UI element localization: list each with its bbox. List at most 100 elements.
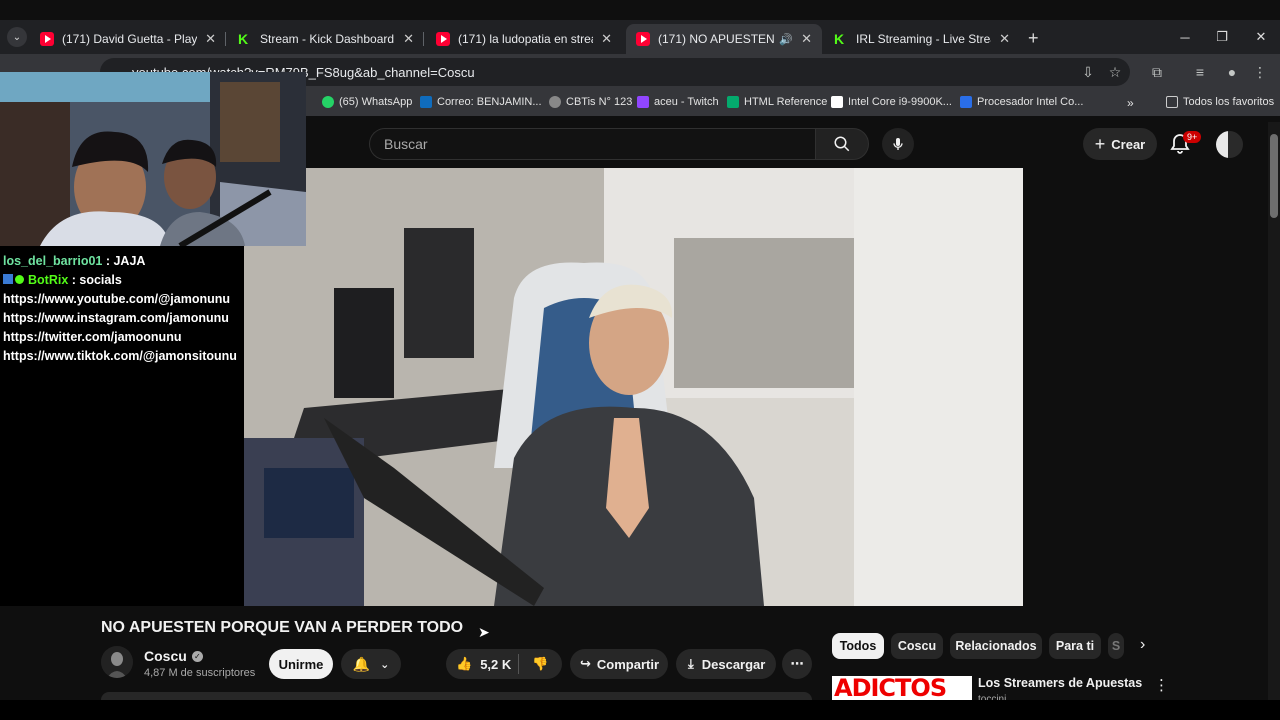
verified-badge-icon <box>15 275 24 284</box>
bookmark-procesador-intel[interactable]: Procesador Intel Co... <box>960 96 1083 108</box>
account-avatar[interactable] <box>1216 131 1243 158</box>
chat-link: https://www.instagram.com/jamonunu <box>3 311 229 325</box>
verified-icon: ✓ <box>191 650 203 662</box>
scrollbar-thumb[interactable] <box>1270 134 1278 218</box>
create-label: Crear <box>1111 136 1146 152</box>
profile-icon[interactable]: ● <box>1222 62 1242 82</box>
menu-icon[interactable]: ⋮ <box>1250 62 1270 82</box>
bookmark-label: HTML Reference <box>744 96 828 108</box>
more-vertical-icon[interactable]: ⋮ <box>1154 676 1169 694</box>
minimize-icon[interactable]: ─ <box>1166 20 1204 54</box>
close-tab-icon[interactable]: ✕ <box>601 31 612 47</box>
join-button[interactable]: Unirme <box>269 649 333 679</box>
webcam-feed <box>0 72 306 246</box>
bookmark-html-reference[interactable]: HTML Reference <box>727 96 827 108</box>
thumbnail-text: ADICTOS <box>834 676 947 700</box>
chip-label: Coscu <box>897 639 937 653</box>
create-button[interactable]: + Crear <box>1083 128 1157 160</box>
channel-avatar-image <box>101 646 133 678</box>
like-button[interactable]: 👍 5,2 K <box>446 656 518 672</box>
channel-avatar[interactable] <box>101 646 133 678</box>
tab-label: (171) David Guetta - Play Hard <box>62 32 198 46</box>
chat-link: https://twitter.com/jamoonunu <box>3 330 182 344</box>
bookmark-twitch[interactable]: aceu - Twitch <box>637 96 719 108</box>
chip-coscu[interactable]: Coscu <box>891 633 943 659</box>
chat-username: BotRix <box>28 273 69 287</box>
download-button[interactable]: ⤓ Descargar <box>676 649 776 679</box>
dislike-button[interactable]: 👎 <box>519 656 562 672</box>
restore-icon[interactable]: ❐ <box>1203 20 1241 54</box>
chat-link: https://www.youtube.com/@jamonunu <box>3 292 230 306</box>
chat-username: los_del_barrio01 <box>3 254 103 268</box>
chip-label: Para ti <box>1055 639 1095 653</box>
globe-icon <box>549 96 561 108</box>
recommended-title[interactable]: Los Streamers de Apuestas <box>978 676 1142 690</box>
close-tab-icon[interactable]: ✕ <box>403 31 414 47</box>
mouse-cursor-icon: ➤ <box>478 624 490 640</box>
bookmark-star-icon[interactable]: ☆ <box>1105 62 1125 82</box>
tab-search-icon[interactable]: ⌄ <box>7 27 27 47</box>
search-input[interactable]: Buscar <box>369 128 816 160</box>
close-tab-icon[interactable]: ✕ <box>999 31 1010 47</box>
tab-ludopatia[interactable]: (171) la ludopatia en streamers ✕ <box>426 24 622 54</box>
tab-no-apuesten[interactable]: (171) NO APUESTEN PORQUE 🔊 ✕ <box>626 24 822 54</box>
new-tab-icon[interactable]: + <box>1028 28 1039 49</box>
bookmark-whatsapp[interactable]: (65) WhatsApp <box>322 96 412 108</box>
tab-kick-dashboard[interactable]: K Stream - Kick Dashboard ✕ <box>228 24 424 54</box>
webcam-overlay <box>0 72 306 246</box>
bookmark-intel-i9[interactable]: Intel Core i9-9900K... <box>831 96 952 108</box>
search-icon <box>834 136 850 152</box>
audio-playing-icon[interactable]: 🔊 <box>779 33 793 46</box>
recommended-thumbnail[interactable]: ADICTOS <box>832 676 972 700</box>
channel-name-text: Coscu <box>144 648 187 664</box>
download-icon: ⤓ <box>688 656 694 671</box>
close-window-icon[interactable]: ✕ <box>1242 20 1280 54</box>
whatsapp-icon <box>322 96 334 108</box>
more-bookmarks-icon[interactable]: » <box>1127 96 1134 110</box>
media-control-icon[interactable]: ≡ <box>1190 62 1210 82</box>
bell-icon: 🔔 <box>352 655 371 672</box>
tab-label: (171) la ludopatia en streamers <box>458 32 593 46</box>
more-horizontal-icon: ⋯ <box>790 656 804 671</box>
search-button[interactable] <box>815 128 869 160</box>
like-dislike-group: 👍 5,2 K 👎 <box>446 649 562 679</box>
install-app-icon[interactable]: ⇩ <box>1078 62 1098 82</box>
microphone-icon <box>893 138 903 150</box>
video-frame <box>244 168 1023 606</box>
bookmark-label: aceu - Twitch <box>654 96 719 108</box>
thumbs-up-icon: 👍 <box>456 656 473 671</box>
voice-search-button[interactable] <box>882 128 914 160</box>
bookmark-correo[interactable]: Correo: BENJAMIN... <box>420 96 542 108</box>
close-tab-icon[interactable]: ✕ <box>801 31 812 47</box>
more-actions-button[interactable]: ⋯ <box>782 649 812 679</box>
like-count: 5,2 K <box>480 656 512 672</box>
tab-separator <box>225 32 226 46</box>
channel-name[interactable]: Coscu ✓ <box>144 648 203 664</box>
chip-partial[interactable]: S <box>1108 633 1124 659</box>
folder-icon <box>1166 96 1178 108</box>
plus-icon: + <box>1094 133 1106 154</box>
bookmark-all-favorites[interactable]: Todos los favoritos <box>1166 96 1274 108</box>
tab-irl-streaming[interactable]: K IRL Streaming - Live Streams on ✕ <box>824 24 1020 54</box>
bookmark-label: Procesador Intel Co... <box>977 96 1084 108</box>
chat-text: : JAJA <box>102 254 146 268</box>
kick-icon: K <box>834 31 845 47</box>
share-button[interactable]: ↪ Compartir <box>570 649 668 679</box>
chevron-right-icon[interactable]: › <box>1140 636 1145 654</box>
subscriber-count: 4,87 M de suscriptores <box>144 667 256 679</box>
video-player[interactable] <box>244 168 1023 606</box>
chip-relacionados[interactable]: Relacionados <box>950 633 1042 659</box>
thumbs-down-icon: 👎 <box>532 656 549 671</box>
tab-david-guetta[interactable]: (171) David Guetta - Play Hard ✕ <box>30 24 226 54</box>
chat-link: https://www.tiktok.com/@jamonsitounu <box>3 349 237 363</box>
amazon-icon <box>831 96 843 108</box>
close-tab-icon[interactable]: ✕ <box>205 31 216 47</box>
bookmark-cbtis[interactable]: CBTis N° 123 <box>549 96 632 108</box>
description-box[interactable] <box>101 692 812 700</box>
chip-para-ti[interactable]: Para ti <box>1049 633 1101 659</box>
store-icon <box>960 96 972 108</box>
chip-todos[interactable]: Todos <box>832 633 884 659</box>
subscribed-notifications-button[interactable]: 🔔 ⌄ <box>341 649 401 679</box>
outlook-icon <box>420 96 432 108</box>
extensions-icon[interactable]: ⧉ <box>1147 62 1167 82</box>
